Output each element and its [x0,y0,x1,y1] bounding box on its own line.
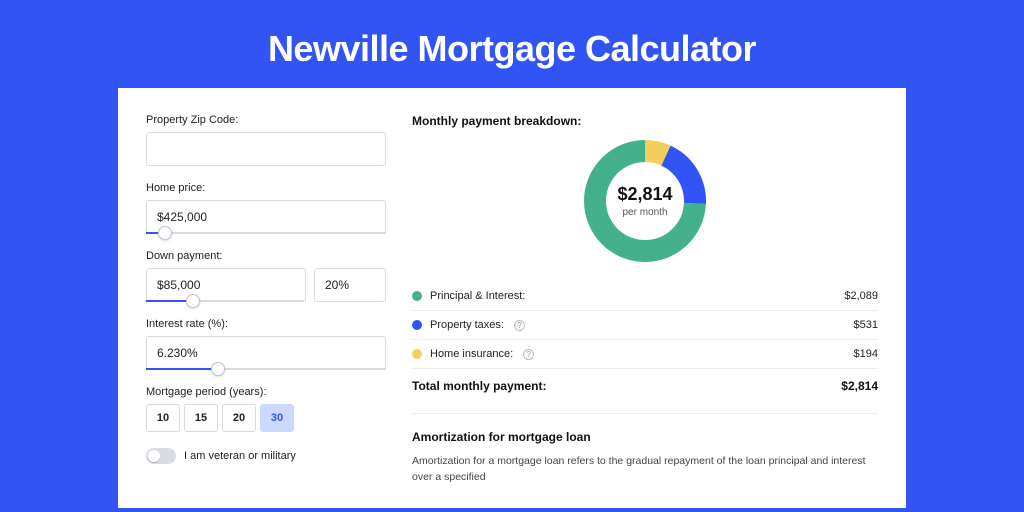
legend-dot [412,320,422,330]
total-row: Total monthly payment: $2,814 [412,369,878,407]
breakdown-heading: Monthly payment breakdown: [412,114,878,128]
slider-thumb[interactable] [158,226,172,240]
down-payment-amount-input[interactable] [146,268,306,302]
veteran-toggle[interactable] [146,448,176,464]
period-button-30[interactable]: 30 [260,404,294,432]
legend-dot [412,291,422,301]
legend-value: $194 [854,348,878,360]
home-price-input[interactable] [146,200,386,234]
period-button-15[interactable]: 15 [184,404,218,432]
legend-dot [412,349,422,359]
donut-center-sub: per month [622,207,667,218]
slider-thumb[interactable] [186,294,200,308]
interest-rate-label: Interest rate (%): [146,318,386,330]
down-payment-slider[interactable] [146,300,304,302]
legend-label: Home insurance: [430,348,513,360]
total-value: $2,814 [841,379,878,393]
legend-row: Home insurance:? $194 [412,340,878,368]
legend-label: Property taxes: [430,319,504,331]
down-payment-label: Down payment: [146,250,386,262]
period-button-20[interactable]: 20 [222,404,256,432]
amortization-section: Amortization for mortgage loan Amortizat… [412,413,878,486]
slider-thumb[interactable] [211,362,225,376]
breakdown-panel: Monthly payment breakdown: $2,814 per mo… [412,114,878,508]
legend-row: Principal & Interest: $2,089 [412,282,878,310]
period-button-10[interactable]: 10 [146,404,180,432]
info-icon[interactable]: ? [514,320,525,331]
legend-value: $2,089 [844,290,878,302]
breakdown-donut-chart: $2,814 per month [582,138,708,264]
zip-input[interactable] [146,132,386,166]
amortization-text: Amortization for a mortgage loan refers … [412,454,878,486]
interest-rate-field: Interest rate (%): [146,318,386,370]
legend-value: $531 [854,319,878,331]
legend-row: Property taxes:? $531 [412,311,878,339]
mortgage-period-label: Mortgage period (years): [146,386,386,398]
total-label: Total monthly payment: [412,379,546,393]
zip-field: Property Zip Code: [146,114,386,166]
calculator-card: Property Zip Code: Home price: Down paym… [118,88,906,508]
form-panel: Property Zip Code: Home price: Down paym… [146,114,386,508]
down-payment-field: Down payment: [146,250,386,302]
home-price-label: Home price: [146,182,386,194]
down-payment-percent-input[interactable] [314,268,386,302]
mortgage-period-field: Mortgage period (years): 10152030 [146,386,386,432]
amortization-title: Amortization for mortgage loan [412,430,878,444]
interest-rate-input[interactable] [146,336,386,370]
info-icon[interactable]: ? [523,349,534,360]
donut-center-value: $2,814 [617,184,672,205]
veteran-label: I am veteran or military [184,450,296,462]
home-price-field: Home price: [146,182,386,234]
interest-rate-slider[interactable] [146,368,386,370]
legend-label: Principal & Interest: [430,290,525,302]
page-title: Newville Mortgage Calculator [0,0,1024,88]
home-price-slider[interactable] [146,232,386,234]
zip-label: Property Zip Code: [146,114,386,126]
